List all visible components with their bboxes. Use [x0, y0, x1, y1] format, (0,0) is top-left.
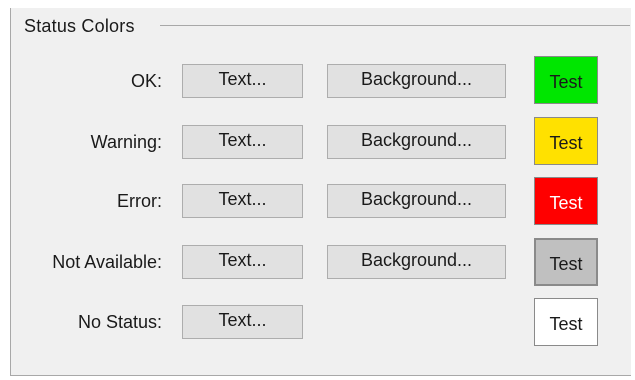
- no-status-label: No Status:: [77, 312, 162, 332]
- row-error: Error:: [0, 184, 162, 218]
- warning-label: Warning:: [90, 132, 162, 152]
- error-text-button[interactable]: Text...: [182, 184, 303, 218]
- row-ok: OK:: [0, 64, 162, 98]
- no-status-text-button[interactable]: Text...: [182, 305, 303, 339]
- group-title: Status Colors: [24, 16, 135, 36]
- error-label: Error:: [117, 191, 162, 211]
- no-status-test-swatch: Test: [534, 298, 598, 346]
- not-available-label: Not Available:: [52, 252, 162, 272]
- not-available-text-button[interactable]: Text...: [182, 245, 303, 279]
- row-no-status: No Status:: [0, 305, 162, 339]
- row-not-available: Not Available:: [0, 245, 162, 279]
- not-available-background-button[interactable]: Background...: [327, 245, 506, 279]
- ok-label: OK:: [130, 71, 162, 91]
- warning-background-button[interactable]: Background...: [327, 125, 506, 159]
- ok-text-button[interactable]: Text...: [182, 64, 303, 98]
- error-test-swatch: Test: [534, 177, 598, 225]
- warning-text-button[interactable]: Text...: [182, 125, 303, 159]
- not-available-test-swatch: Test: [534, 238, 598, 286]
- ok-test-swatch: Test: [534, 56, 598, 104]
- error-background-button[interactable]: Background...: [327, 184, 506, 218]
- ok-background-button[interactable]: Background...: [327, 64, 506, 98]
- warning-test-swatch: Test: [534, 117, 598, 165]
- groupbox-border: [160, 25, 630, 26]
- row-warning: Warning:: [0, 125, 162, 159]
